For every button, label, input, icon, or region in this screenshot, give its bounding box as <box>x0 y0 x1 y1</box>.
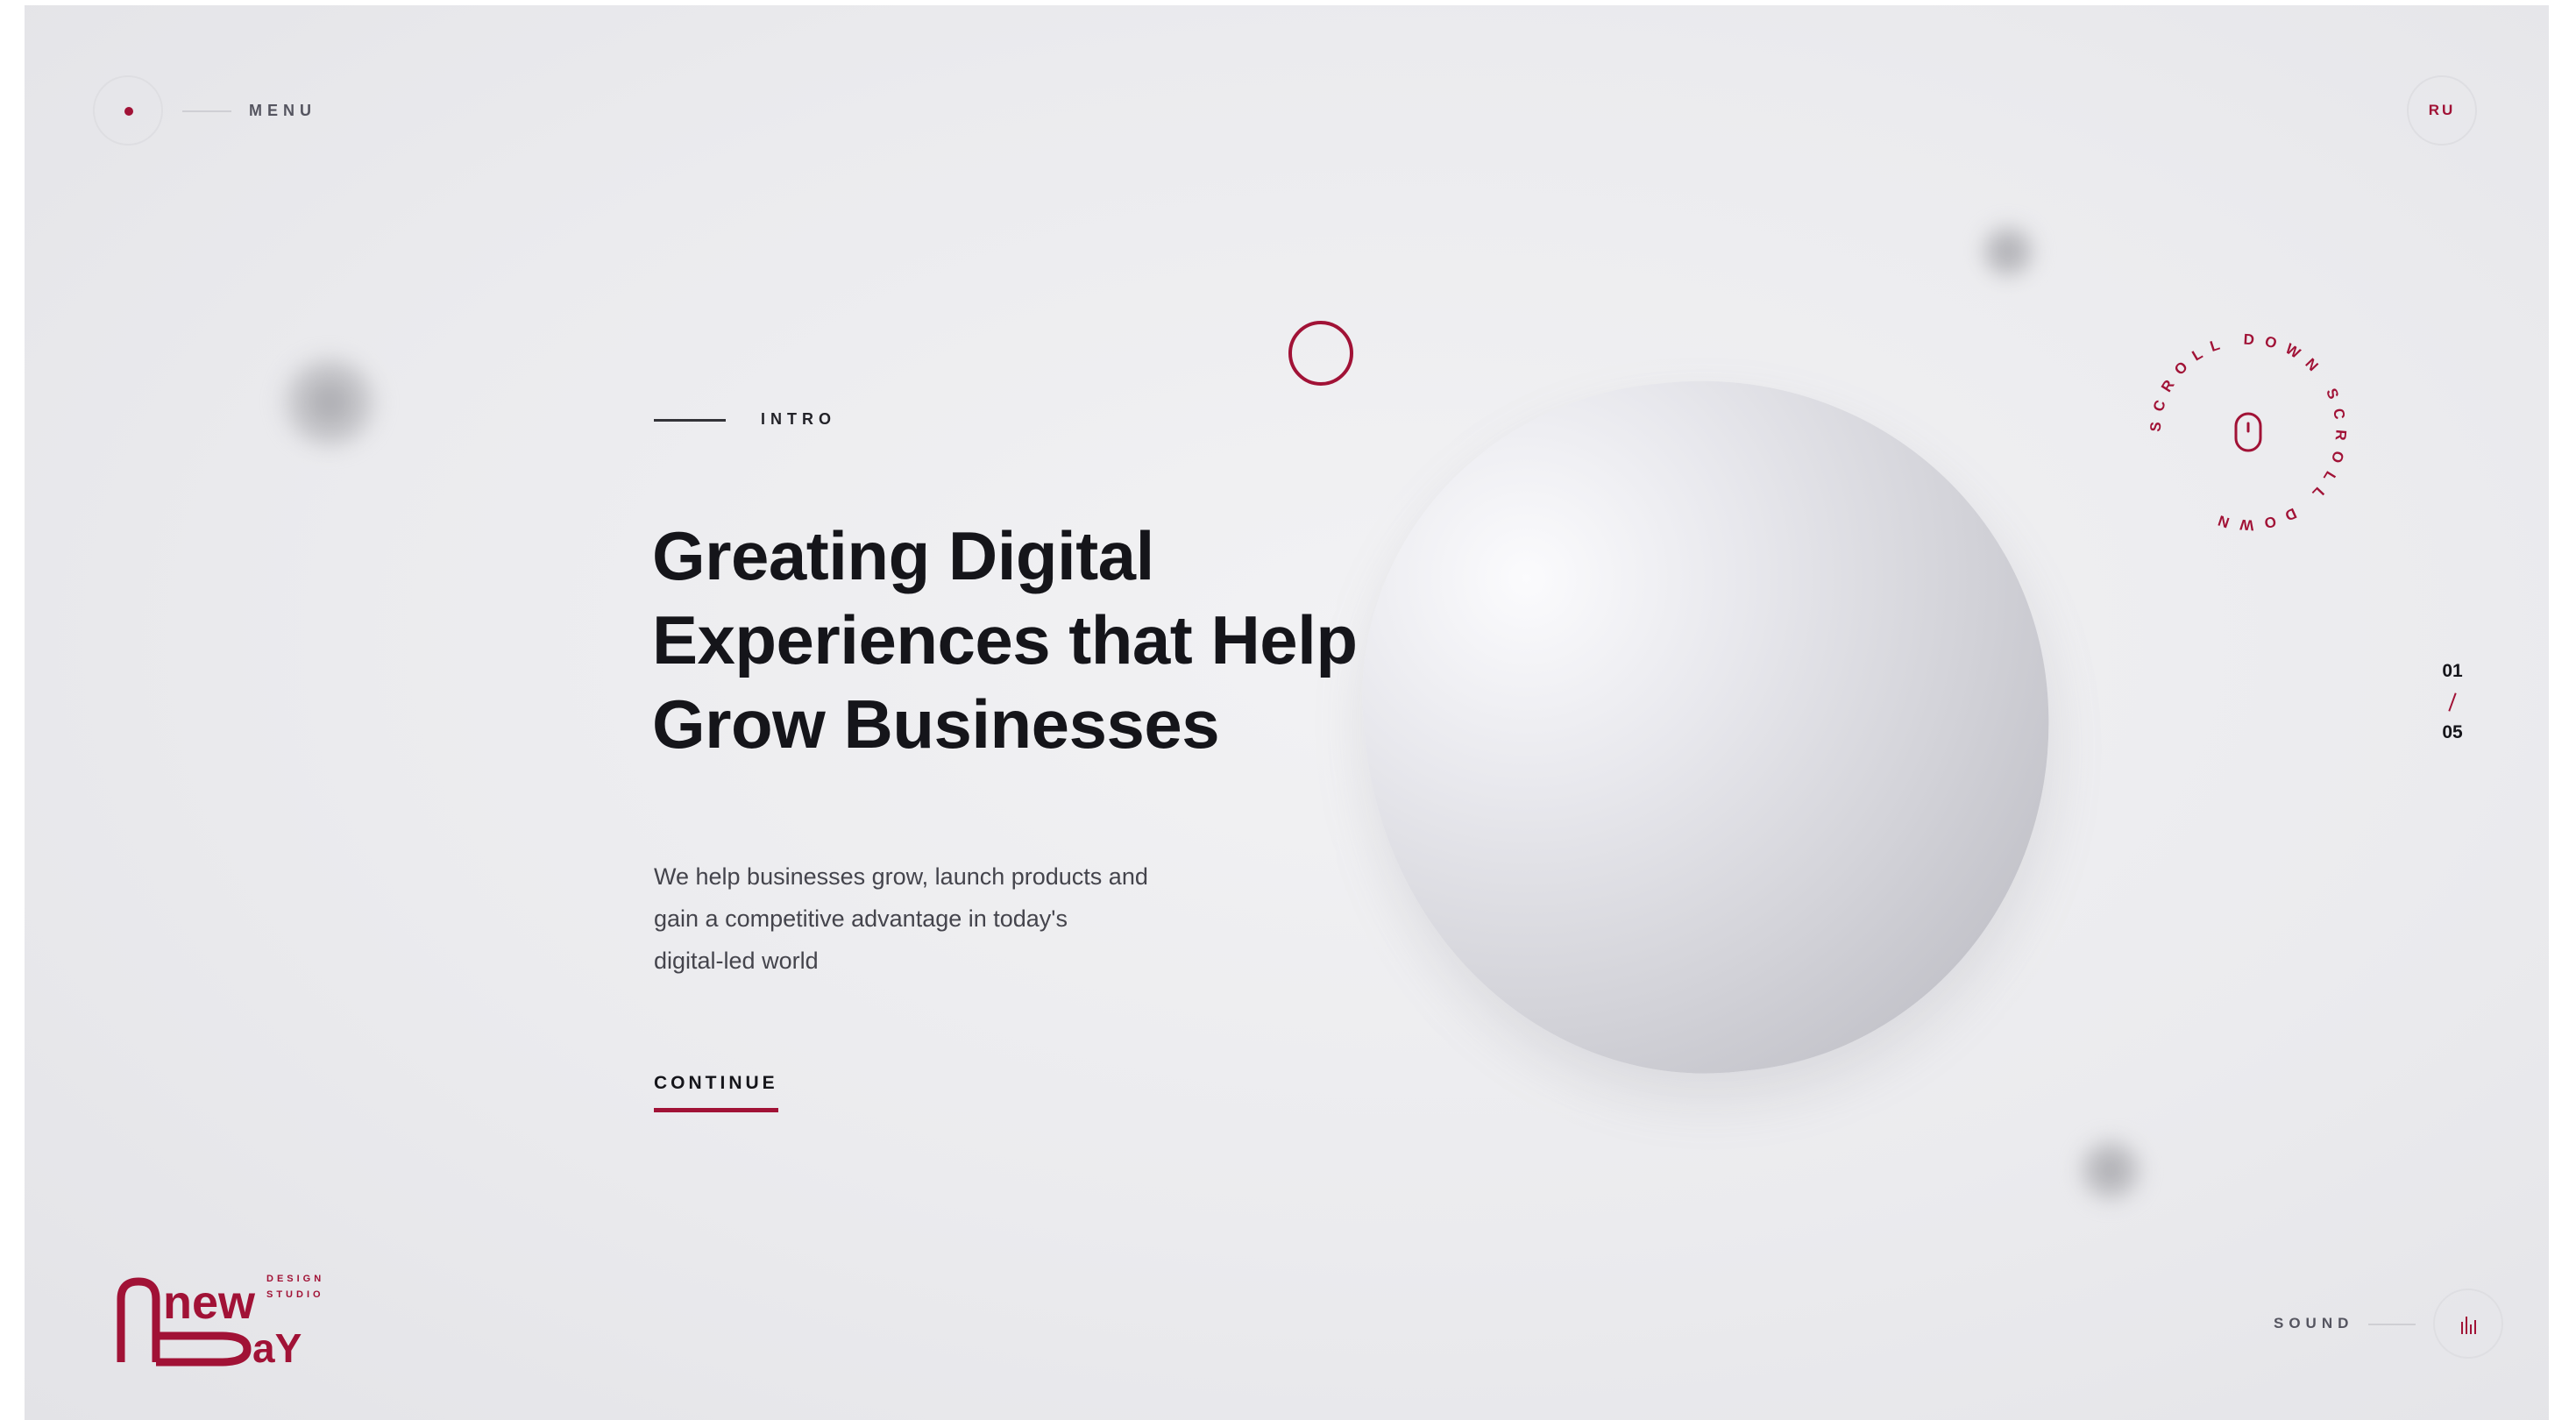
description-line: gain a competitive advantage in today's <box>654 905 1068 932</box>
menu-button[interactable] <box>93 75 163 146</box>
mouse-icon <box>2234 412 2262 452</box>
menu-label[interactable]: MENU <box>249 102 316 120</box>
page-title: Greating Digital Experiences that Help G… <box>652 514 1458 766</box>
blurred-blob-bottom-right <box>2076 1136 2146 1204</box>
intro-eyebrow: INTRO <box>761 410 836 428</box>
headline-line: Experiences that Help <box>652 601 1358 678</box>
menu-dot-icon <box>124 107 133 116</box>
language-button[interactable]: RU <box>2407 75 2477 146</box>
red-ring-decoration <box>1288 321 1353 386</box>
new-day-logo[interactable]: new aY DESIGN STUDIO <box>116 1269 344 1374</box>
logo-word-bottom-end: aY <box>252 1325 302 1371</box>
intro-description: We help businesses grow, launch products… <box>654 856 1250 982</box>
sound-divider <box>2368 1324 2416 1325</box>
intro-divider <box>654 419 726 422</box>
description-line: We help businesses grow, launch products… <box>654 863 1148 890</box>
slide-pager: 01 05 <box>2435 661 2470 743</box>
pager-total: 05 <box>2442 722 2463 742</box>
logo-tagline-studio: STUDIO <box>266 1289 324 1300</box>
sound-label[interactable]: SOUND <box>2274 1315 2353 1332</box>
menu-divider <box>182 110 231 112</box>
logo-word-top: new <box>163 1276 256 1329</box>
scroll-down-badge[interactable]: SCROLL DOWN SCROLL DOWN <box>2139 323 2358 542</box>
logo-tagline-design: DESIGN <box>266 1274 324 1284</box>
sphere-illustration <box>1331 346 2084 1107</box>
sound-bars-icon <box>2461 1317 2476 1334</box>
headline-line: Grow Businesses <box>652 685 1220 763</box>
continue-button[interactable]: CONTINUE <box>654 1073 778 1112</box>
pager-current: 01 <box>2442 661 2463 681</box>
hero-section: MENU RU INTRO Greating Digital Experienc… <box>25 5 2549 1420</box>
blurred-blob-left <box>277 354 382 451</box>
description-line: digital-led world <box>654 948 819 974</box>
headline-line: Greating Digital <box>652 517 1154 594</box>
sound-toggle-button[interactable] <box>2433 1289 2503 1359</box>
pager-separator <box>2448 692 2457 712</box>
blurred-blob-top-right <box>1977 223 2039 280</box>
